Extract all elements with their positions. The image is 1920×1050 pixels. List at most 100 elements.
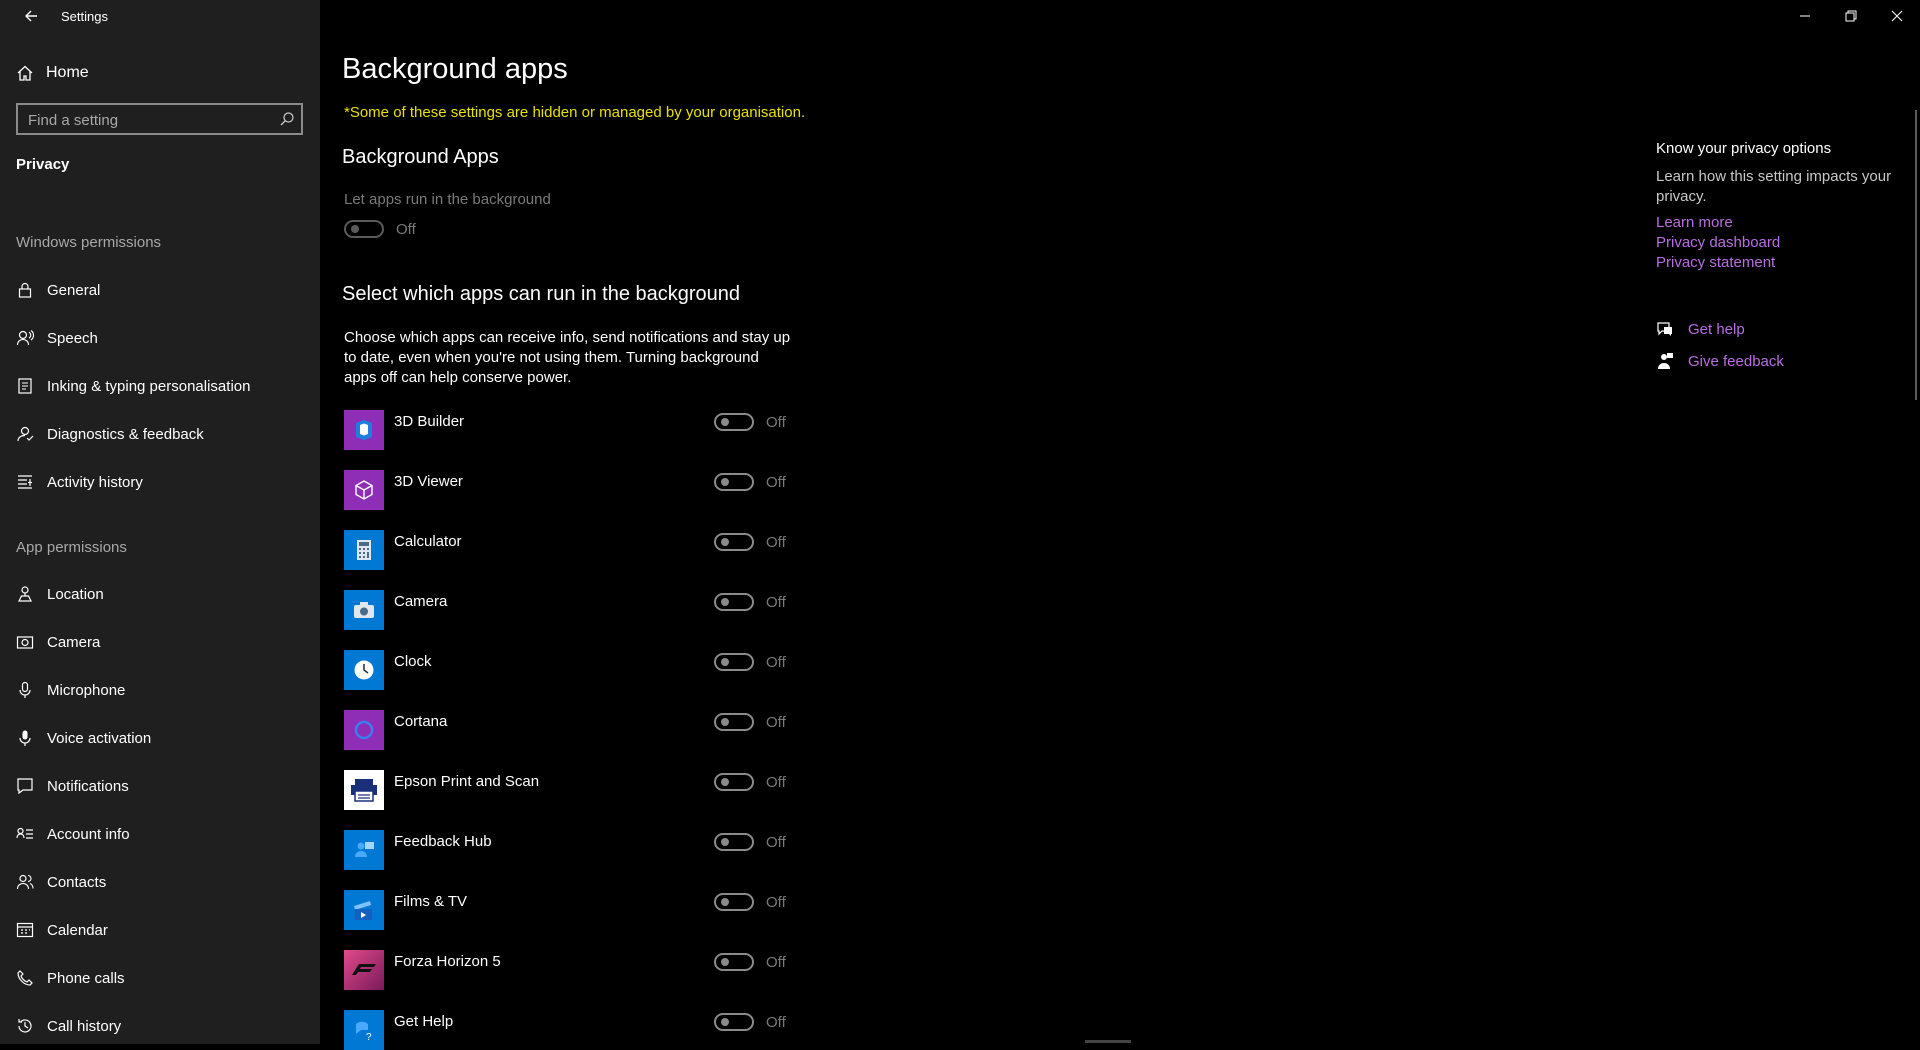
toggle-switch[interactable] [714,893,754,911]
notifications-icon [17,778,33,795]
app-toggle[interactable]: Off [714,773,786,791]
sidebar-item-inking[interactable]: Inking & typing personalisation [16,374,250,398]
search-input[interactable] [26,109,270,131]
toggle-state: Off [766,773,786,791]
give-feedback-label: Give feedback [1688,352,1784,370]
toggle-switch[interactable] [714,833,754,851]
cortana-icon [344,710,384,750]
sidebar-item-label: Phone calls [47,969,125,987]
sidebar-item-call-history[interactable]: Call history [16,1014,121,1038]
search-icon[interactable] [279,111,295,127]
sidebar-item-label: Microphone [47,681,126,699]
sidebar-item-label: Account info [47,825,130,843]
close-button[interactable] [1874,0,1920,32]
app-toggle[interactable]: Off [714,953,786,971]
toggle-switch[interactable] [714,953,754,971]
sidebar-item-microphone[interactable]: Microphone [16,678,125,702]
privacy-statement-link[interactable]: Privacy statement [1656,253,1896,273]
app-name: Feedback Hub [394,833,492,850]
learn-more-link[interactable]: Learn more [1656,213,1896,233]
sidebar-item-camera[interactable]: Camera [16,630,100,654]
sidebar-item-label: Diagnostics & feedback [47,425,204,443]
svg-text:?: ? [366,1032,372,1042]
privacy-options-panel: Know your privacy options Learn how this… [1656,140,1896,273]
give-feedback-icon [1658,353,1673,369]
sidebar-item-label: Contacts [47,873,107,891]
privacy-dashboard-link[interactable]: Privacy dashboard [1656,233,1896,253]
sidebar-item-label: Home [46,64,89,81]
sidebar-item-diagnostics[interactable]: Diagnostics & feedback [16,422,204,446]
sidebar-item-calendar[interactable]: Calendar [16,918,108,942]
toggle-switch[interactable] [714,653,754,671]
sidebar-item-location[interactable]: Location [16,582,104,606]
toggle-switch[interactable] [714,1013,754,1031]
select-apps-heading: Select which apps can run in the backgro… [342,283,741,305]
toggle-switch[interactable] [714,713,754,731]
get-help-label: Get help [1688,320,1745,338]
toggle-state: Off [766,473,786,491]
section-title: Privacy [16,156,70,173]
give-feedback-link[interactable]: Give feedback [1656,352,1784,370]
restore-button[interactable] [1828,0,1874,32]
app-toggle[interactable]: Off [714,533,786,551]
films-tv-icon [344,890,384,930]
sidebar-item-account-info[interactable]: Account info [16,822,130,846]
app-toggle[interactable]: Off [714,473,786,491]
sidebar-item-general[interactable]: General [16,278,100,302]
get-help-link[interactable]: Get help [1656,320,1745,338]
window-title: Settings [61,9,108,24]
sidebar-item-label: Inking & typing personalisation [47,377,251,395]
contacts-icon [16,874,34,890]
get-help-icon [1657,322,1672,336]
window-controls [1782,0,1920,32]
sidebar-item-label: General [47,281,101,299]
toggle-switch[interactable] [714,533,754,551]
sidebar-item-label: Call history [47,1017,122,1035]
search-box[interactable] [16,103,303,135]
sidebar-item-label: Notifications [47,777,129,795]
app-row-films-tv: Films & TV Off [344,890,824,930]
description: Choose which apps can receive info, send… [344,329,791,386]
sidebar-item-contacts[interactable]: Contacts [16,870,106,894]
app-row-3d-builder: 3D Builder Off [344,410,824,450]
minimize-button[interactable] [1782,0,1828,32]
background-apps-toggle[interactable]: Off [344,220,416,238]
app-toggle[interactable]: Off [714,833,786,851]
toggle-switch[interactable] [714,593,754,611]
calendar-icon [16,922,34,938]
app-name: Epson Print and Scan [394,773,540,790]
3d-viewer-icon [344,470,384,510]
sidebar-item-phone-calls[interactable]: Phone calls [16,966,125,990]
background-apps-heading: Background Apps [342,146,499,168]
toggle-state: Off [766,593,786,611]
sidebar-item-activity-history[interactable]: Activity history [16,470,143,494]
sidebar-item-notifications[interactable]: Notifications [16,774,129,798]
app-name: Films & TV [394,893,468,910]
toggle-switch[interactable] [344,220,384,238]
sidebar-item-home[interactable]: Home [16,61,89,85]
sidebar-item-speech[interactable]: Speech [16,326,98,350]
vertical-scrollbar[interactable] [1915,110,1917,400]
app-toggle[interactable]: Off [714,713,786,731]
phone-icon [17,970,33,986]
back-button[interactable] [14,6,48,28]
calculator-icon [344,530,384,570]
sidebar-item-voice-activation[interactable]: Voice activation [16,726,151,750]
toggle-state: Off [766,413,786,431]
toggle-switch[interactable] [714,413,754,431]
privacy-links: Learn more Privacy dashboard Privacy sta… [1656,213,1896,273]
inking-icon [18,378,32,394]
app-toggle[interactable]: Off [714,653,786,671]
microphone-icon [19,681,31,698]
toggle-switch[interactable] [714,773,754,791]
horizontal-scrollbar[interactable] [1085,1040,1131,1043]
app-toggle[interactable]: Off [714,593,786,611]
toggle-switch[interactable] [714,473,754,491]
app-toggle[interactable]: Off [714,413,786,431]
toggle-state: Off [766,893,786,911]
app-row-calculator: Calculator Off [344,530,824,570]
app-toggle[interactable]: Off [714,893,786,911]
app-toggle[interactable]: Off [714,1013,786,1031]
app-name: 3D Viewer [394,473,463,490]
group-label-app-permissions: App permissions [16,539,127,556]
